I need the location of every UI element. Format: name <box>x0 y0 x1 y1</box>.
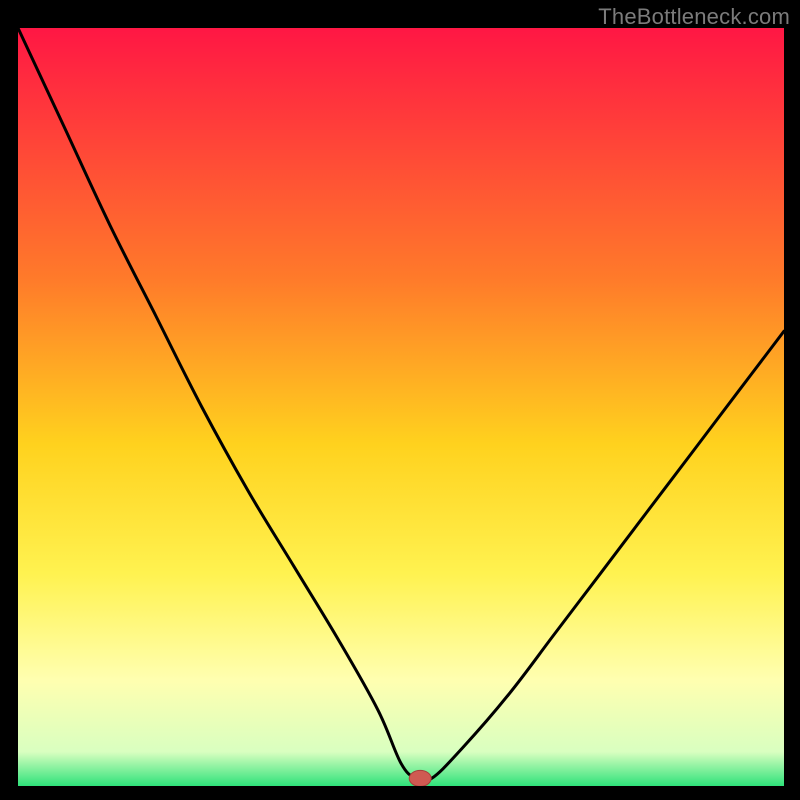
optimal-point-marker <box>409 770 431 786</box>
bottleneck-chart <box>18 28 784 786</box>
gradient-background <box>18 28 784 786</box>
chart-frame: TheBottleneck.com <box>0 0 800 800</box>
plot-area <box>18 28 784 786</box>
watermark-text: TheBottleneck.com <box>598 4 790 30</box>
